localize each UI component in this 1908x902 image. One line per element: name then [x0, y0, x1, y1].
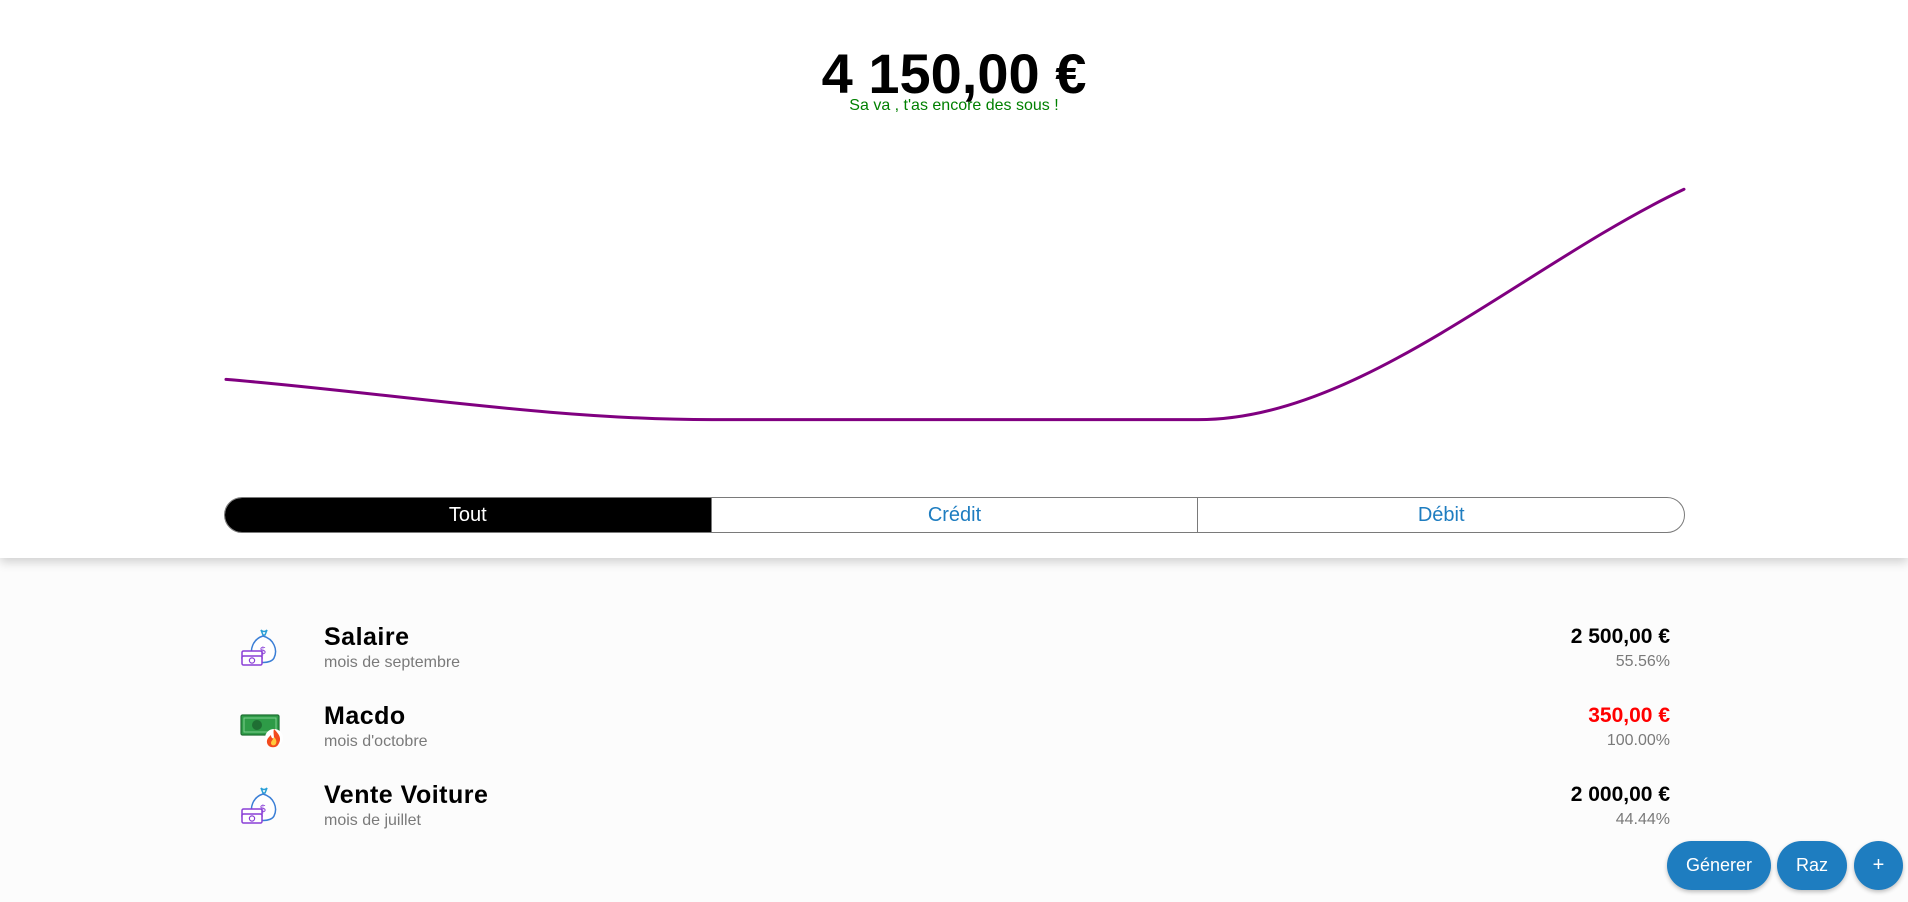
transaction-percent: 44.44% [1615, 811, 1670, 828]
transaction-title: Salaire [324, 623, 410, 651]
series-line [224, 187, 1686, 422]
tab-debit[interactable]: Débit [1197, 498, 1684, 532]
generate-button[interactable]: Génerer [1667, 841, 1771, 890]
transaction-amount: 2 500,00 € [1570, 625, 1670, 648]
filter-tabs: Tout Crédit Débit [224, 497, 1685, 533]
reset-button[interactable]: Raz [1777, 841, 1847, 890]
transaction-title: Macdo [324, 702, 406, 730]
burning-cash-icon [240, 714, 283, 748]
tab-credit[interactable]: Crédit [710, 498, 1198, 532]
add-button[interactable]: + [1854, 841, 1903, 890]
transaction-period: mois d'octobre [324, 733, 428, 750]
transaction-row[interactable]: $ Salaire mois de septembre 2 500,00 € 5… [224, 612, 1670, 691]
transaction-percent: 55.56% [1615, 653, 1670, 670]
transaction-title: Vente Voiture [324, 781, 489, 809]
transaction-period: mois de juillet [324, 812, 421, 829]
tab-tout[interactable]: Tout [225, 498, 711, 532]
money-bag-icon: $ [241, 787, 277, 824]
transaction-row[interactable]: $ Vente Voiture mois de juillet 2 000,00… [224, 770, 1670, 849]
money-bag-icon: $ [241, 629, 277, 666]
transaction-list: $ Salaire mois de septembre 2 500,00 € 5… [224, 612, 1670, 849]
summary-panel: 4 150,00 € Sa va , t'as encore des sous … [0, 0, 1908, 558]
balance-chart [224, 187, 1686, 422]
transaction-amount: 350,00 € [1588, 704, 1670, 727]
transaction-amount: 2 000,00 € [1570, 783, 1670, 806]
transaction-period: mois de septembre [324, 654, 461, 671]
transaction-row[interactable]: Macdo mois d'octobre 350,00 € 100.00% [224, 691, 1670, 770]
transaction-percent: 100.00% [1606, 732, 1670, 749]
